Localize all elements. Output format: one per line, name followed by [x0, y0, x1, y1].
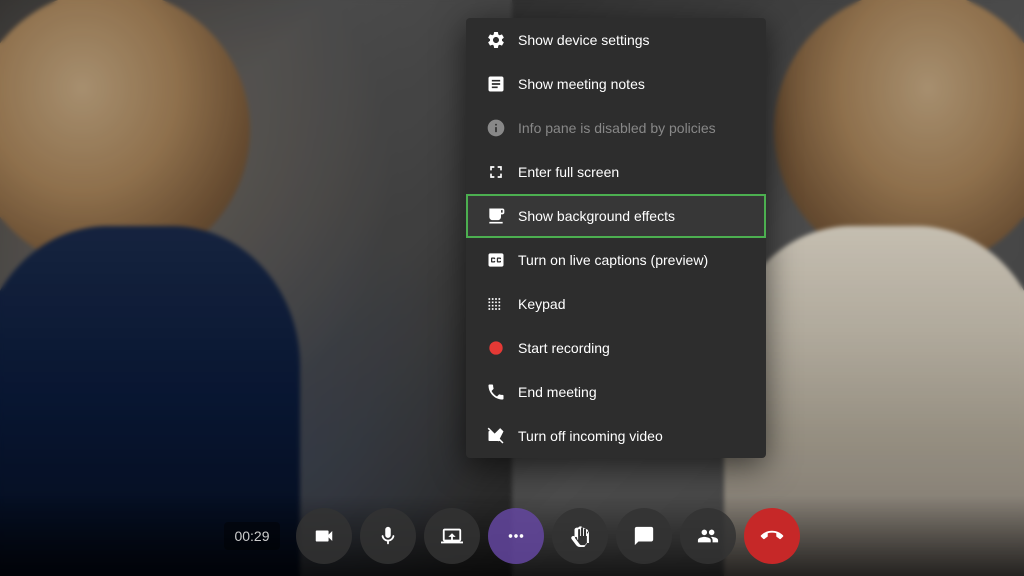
- call-timer: 00:29: [224, 522, 279, 550]
- menu-label-info-pane-disabled: Info pane is disabled by policies: [518, 120, 716, 136]
- notes-icon: [486, 74, 506, 94]
- raise-hand-button[interactable]: [552, 508, 608, 564]
- captions-icon: [486, 250, 506, 270]
- more-options-button[interactable]: [488, 508, 544, 564]
- menu-label-live-captions: Turn on live captions (preview): [518, 252, 708, 268]
- menu-label-show-meeting-notes: Show meeting notes: [518, 76, 645, 92]
- gear-icon: [486, 30, 506, 50]
- menu-label-end-meeting: End meeting: [518, 384, 597, 400]
- context-menu: Show device settings Show meeting notes …: [466, 18, 766, 458]
- share-screen-button[interactable]: [424, 508, 480, 564]
- menu-item-start-recording[interactable]: Start recording: [466, 326, 766, 370]
- keypad-icon: [486, 294, 506, 314]
- menu-label-show-background-effects: Show background effects: [518, 208, 675, 224]
- toolbar: 00:29: [0, 496, 1024, 576]
- end-call-button[interactable]: [744, 508, 800, 564]
- menu-item-keypad[interactable]: Keypad: [466, 282, 766, 326]
- end-meeting-icon: [486, 382, 506, 402]
- menu-label-enter-full-screen: Enter full screen: [518, 164, 619, 180]
- menu-label-start-recording: Start recording: [518, 340, 610, 356]
- background-icon: [486, 206, 506, 226]
- menu-item-end-meeting[interactable]: End meeting: [466, 370, 766, 414]
- chat-button[interactable]: [616, 508, 672, 564]
- menu-item-show-device-settings[interactable]: Show device settings: [466, 18, 766, 62]
- participants-button[interactable]: [680, 508, 736, 564]
- menu-item-show-background-effects[interactable]: Show background effects: [466, 194, 766, 238]
- video-off-icon: [486, 426, 506, 446]
- record-icon: [486, 338, 506, 358]
- menu-label-keypad: Keypad: [518, 296, 565, 312]
- menu-item-show-meeting-notes[interactable]: Show meeting notes: [466, 62, 766, 106]
- menu-label-turn-off-incoming-video: Turn off incoming video: [518, 428, 663, 444]
- menu-item-live-captions[interactable]: Turn on live captions (preview): [466, 238, 766, 282]
- microphone-button[interactable]: [360, 508, 416, 564]
- menu-label-show-device-settings: Show device settings: [518, 32, 650, 48]
- camera-button[interactable]: [296, 508, 352, 564]
- info-icon: [486, 118, 506, 138]
- fullscreen-icon: [486, 162, 506, 182]
- menu-item-info-pane-disabled: Info pane is disabled by policies: [466, 106, 766, 150]
- menu-item-turn-off-incoming-video[interactable]: Turn off incoming video: [466, 414, 766, 458]
- menu-item-enter-full-screen[interactable]: Enter full screen: [466, 150, 766, 194]
